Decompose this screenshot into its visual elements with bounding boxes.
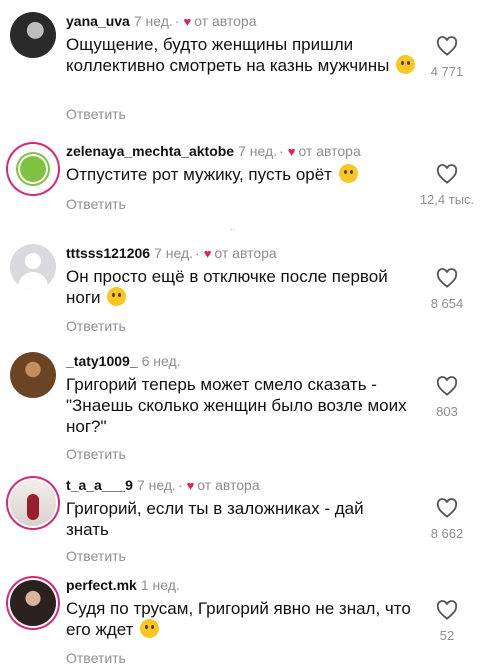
avatar[interactable] bbox=[10, 580, 56, 626]
like-count: 803 bbox=[436, 404, 458, 419]
comment-age: 7 нед. bbox=[136, 477, 176, 493]
reply-button[interactable]: Ответить bbox=[66, 106, 126, 122]
comment-meta: zelenaya_mechta_aktobe 7 нед. · ♥ от автора bbox=[66, 142, 361, 161]
default-user-icon bbox=[25, 253, 41, 269]
like-control[interactable]: 8 662 bbox=[412, 498, 482, 541]
comment-age: 7 нед. bbox=[154, 245, 194, 261]
woozy-emoji-icon bbox=[107, 287, 127, 306]
heart-outline-icon[interactable] bbox=[436, 376, 458, 396]
comment-text: Ощущение, будто женщины пришли коллектив… bbox=[66, 34, 436, 76]
logo-badge-icon bbox=[20, 156, 46, 182]
comment-text: Григорий, если ты в заложниках - дай зна… bbox=[66, 499, 364, 539]
comment-age: 7 нед. bbox=[133, 13, 173, 29]
like-control[interactable]: 4 771 bbox=[412, 36, 482, 79]
separator-dot: · bbox=[279, 143, 284, 159]
comment-text: Он просто ещё в отключке после первой но… bbox=[66, 267, 388, 307]
comment-age: 6 нед. bbox=[141, 353, 181, 369]
author-heart-icon: ♥ bbox=[203, 246, 212, 261]
load-more-indicator[interactable]: .. bbox=[230, 222, 236, 233]
like-count: 8 654 bbox=[430, 296, 464, 311]
avatar[interactable] bbox=[10, 12, 56, 58]
comment-age: 7 нед. bbox=[238, 143, 278, 159]
comment-text: Судя по трусам, Григорий явно не знал, ч… bbox=[66, 599, 411, 639]
comment-meta: perfect.mk 1 нед. bbox=[66, 576, 180, 594]
author-heart-icon: ♥ bbox=[183, 14, 192, 29]
like-control[interactable]: 12,4 тыс. bbox=[412, 164, 482, 207]
heart-outline-icon[interactable] bbox=[436, 498, 458, 518]
comment-meta: t_a_a___9 7 нед. · ♥ от автора bbox=[66, 476, 260, 495]
joy-emoji-icon bbox=[338, 164, 358, 183]
separator-dot: · bbox=[174, 13, 180, 29]
username[interactable]: t_a_a___9 bbox=[66, 477, 133, 493]
avatar[interactable] bbox=[10, 244, 56, 290]
reply-button[interactable]: Ответить bbox=[66, 196, 126, 212]
username[interactable]: _taty1009_ bbox=[66, 353, 138, 369]
like-count: 52 bbox=[439, 628, 455, 643]
avatar[interactable] bbox=[10, 480, 56, 526]
heart-outline-icon[interactable] bbox=[436, 164, 458, 184]
heart-outline-icon[interactable] bbox=[436, 36, 458, 56]
reply-button[interactable]: Ответить bbox=[66, 548, 126, 564]
comment-meta: yana_uva 7 нед. · ♥ от автора bbox=[66, 12, 256, 31]
avatar[interactable] bbox=[10, 352, 56, 398]
author-liked-label: от автора bbox=[298, 143, 361, 159]
like-control[interactable]: 52 bbox=[412, 600, 482, 643]
comment-text: Григорий теперь может смело сказать -"Зн… bbox=[66, 375, 407, 436]
comment-meta: _taty1009_ 6 нед. bbox=[66, 352, 181, 370]
like-control[interactable]: 8 654 bbox=[412, 268, 482, 311]
heart-outline-icon[interactable] bbox=[436, 600, 458, 620]
avatar[interactable] bbox=[10, 146, 56, 192]
slight-smile-emoji-icon bbox=[140, 619, 160, 638]
author-heart-icon: ♥ bbox=[186, 478, 195, 493]
heart-outline-icon[interactable] bbox=[436, 268, 458, 288]
like-count: 8 662 bbox=[430, 526, 464, 541]
author-heart-icon: ♥ bbox=[287, 144, 296, 159]
reply-button[interactable]: Ответить bbox=[66, 446, 126, 462]
like-count: 4 771 bbox=[430, 64, 464, 79]
author-liked-label: от автора bbox=[194, 13, 257, 29]
separator-dot: · bbox=[195, 245, 200, 261]
comment-meta: tttsss121206 7 нед. · ♥ от автора bbox=[66, 244, 277, 263]
reply-button[interactable]: Ответить bbox=[66, 650, 126, 666]
comment-text: Отпустите рот мужику, пусть орёт bbox=[66, 164, 436, 185]
username[interactable]: perfect.mk bbox=[66, 577, 137, 593]
separator-dot: · bbox=[177, 477, 183, 493]
like-count: 12,4 тыс. bbox=[419, 192, 475, 207]
username[interactable]: tttsss121206 bbox=[66, 245, 150, 261]
username[interactable]: yana_uva bbox=[66, 13, 130, 29]
author-liked-label: от автора bbox=[214, 245, 277, 261]
username[interactable]: zelenaya_mechta_aktobe bbox=[66, 143, 234, 159]
reply-button[interactable]: Ответить bbox=[66, 318, 126, 334]
comment-age: 1 нед. bbox=[140, 577, 180, 593]
like-control[interactable]: 803 bbox=[412, 376, 482, 419]
author-liked-label: от автора bbox=[197, 477, 260, 493]
